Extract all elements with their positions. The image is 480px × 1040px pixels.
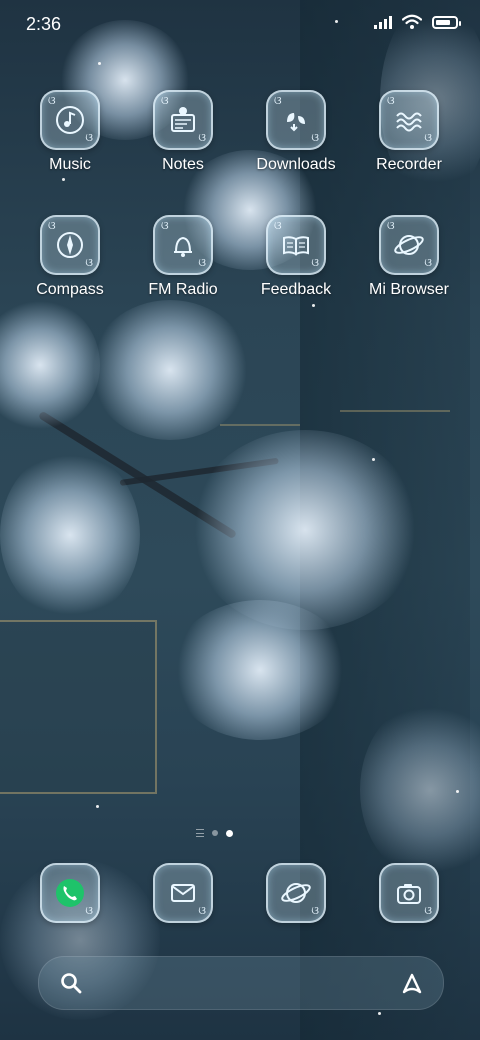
- app-music[interactable]: ଓଓ Music: [20, 90, 120, 174]
- wallpaper-frame-line: [220, 424, 300, 426]
- battery-icon: [432, 15, 461, 29]
- app-label: Notes: [162, 156, 204, 173]
- dock-messages[interactable]: ଓ: [133, 863, 233, 923]
- wallpaper-window-panel: [0, 620, 157, 794]
- planet-icon: ଓ: [266, 863, 326, 923]
- compass-icon: ଓଓ: [40, 215, 100, 275]
- app-fm-radio[interactable]: ଓଓ FM Radio: [133, 215, 233, 299]
- app-compass[interactable]: ଓଓ Compass: [20, 215, 120, 299]
- wifi-icon: [402, 14, 422, 29]
- cellular-signal-icon: [374, 15, 392, 29]
- camera-icon: ଓ: [379, 863, 439, 923]
- wallpaper-blossom: [0, 300, 100, 430]
- dock-phone[interactable]: ଓ: [20, 863, 120, 923]
- app-label: Music: [49, 156, 91, 173]
- wallpaper-blossom: [0, 450, 140, 620]
- wallpaper-sparkle: [378, 1012, 381, 1015]
- app-label: Compass: [36, 281, 104, 298]
- recorder-icon: ଓଓ: [379, 90, 439, 150]
- wallpaper-sparkle: [96, 805, 99, 808]
- status-icons: [374, 14, 461, 30]
- wallpaper-sparkle: [62, 178, 65, 181]
- app-notes[interactable]: ଓଓ Notes: [133, 90, 233, 174]
- wallpaper-blossom: [170, 600, 350, 740]
- dock-browser[interactable]: ଓ: [246, 863, 346, 923]
- page-dot-active: [226, 829, 233, 837]
- app-label: Mi Browser: [368, 281, 449, 298]
- battery-level: [436, 19, 450, 25]
- feedback-book-icon: ଓଓ: [266, 215, 326, 275]
- feed-page-icon: [196, 829, 204, 837]
- download-icon: ଓଓ: [266, 90, 326, 150]
- wallpaper-sparkle: [372, 458, 375, 461]
- app-label: Feedback: [260, 281, 332, 298]
- app-mi-browser[interactable]: ଓଓ Mi Browser: [359, 215, 459, 299]
- app-downloads[interactable]: ଓଓ Downloads: [246, 90, 346, 174]
- assistant-icon[interactable]: [399, 970, 425, 996]
- music-note-icon: ଓଓ: [40, 90, 100, 150]
- app-label: Recorder: [376, 156, 442, 173]
- dock-camera[interactable]: ଓ: [359, 863, 459, 923]
- envelope-icon: ଓ: [153, 863, 213, 923]
- radio-bell-icon: ଓଓ: [153, 215, 213, 275]
- wallpaper-blossom: [90, 300, 250, 440]
- search-bar[interactable]: [38, 956, 444, 1010]
- app-feedback[interactable]: ଓଓ Feedback: [246, 215, 346, 299]
- planet-browser-icon: ଓଓ: [379, 215, 439, 275]
- status-bar: 2:36: [0, 0, 480, 50]
- app-label: FM Radio: [148, 281, 218, 298]
- page-dot: [212, 830, 218, 836]
- page-indicator[interactable]: [196, 829, 233, 837]
- app-label: Downloads: [256, 156, 336, 173]
- wallpaper-sparkle: [312, 304, 315, 307]
- search-icon[interactable]: [59, 971, 83, 995]
- notes-icon: ଓଓ: [153, 90, 213, 150]
- wallpaper-blossom: [190, 430, 420, 630]
- wallpaper-sparkle: [456, 790, 459, 793]
- status-time: 2:36: [26, 14, 62, 34]
- wallpaper-frame-line: [340, 410, 450, 412]
- wallpaper-sparkle: [98, 62, 101, 65]
- phone-icon: ଓ: [40, 863, 100, 923]
- app-recorder[interactable]: ଓଓ Recorder: [359, 90, 459, 174]
